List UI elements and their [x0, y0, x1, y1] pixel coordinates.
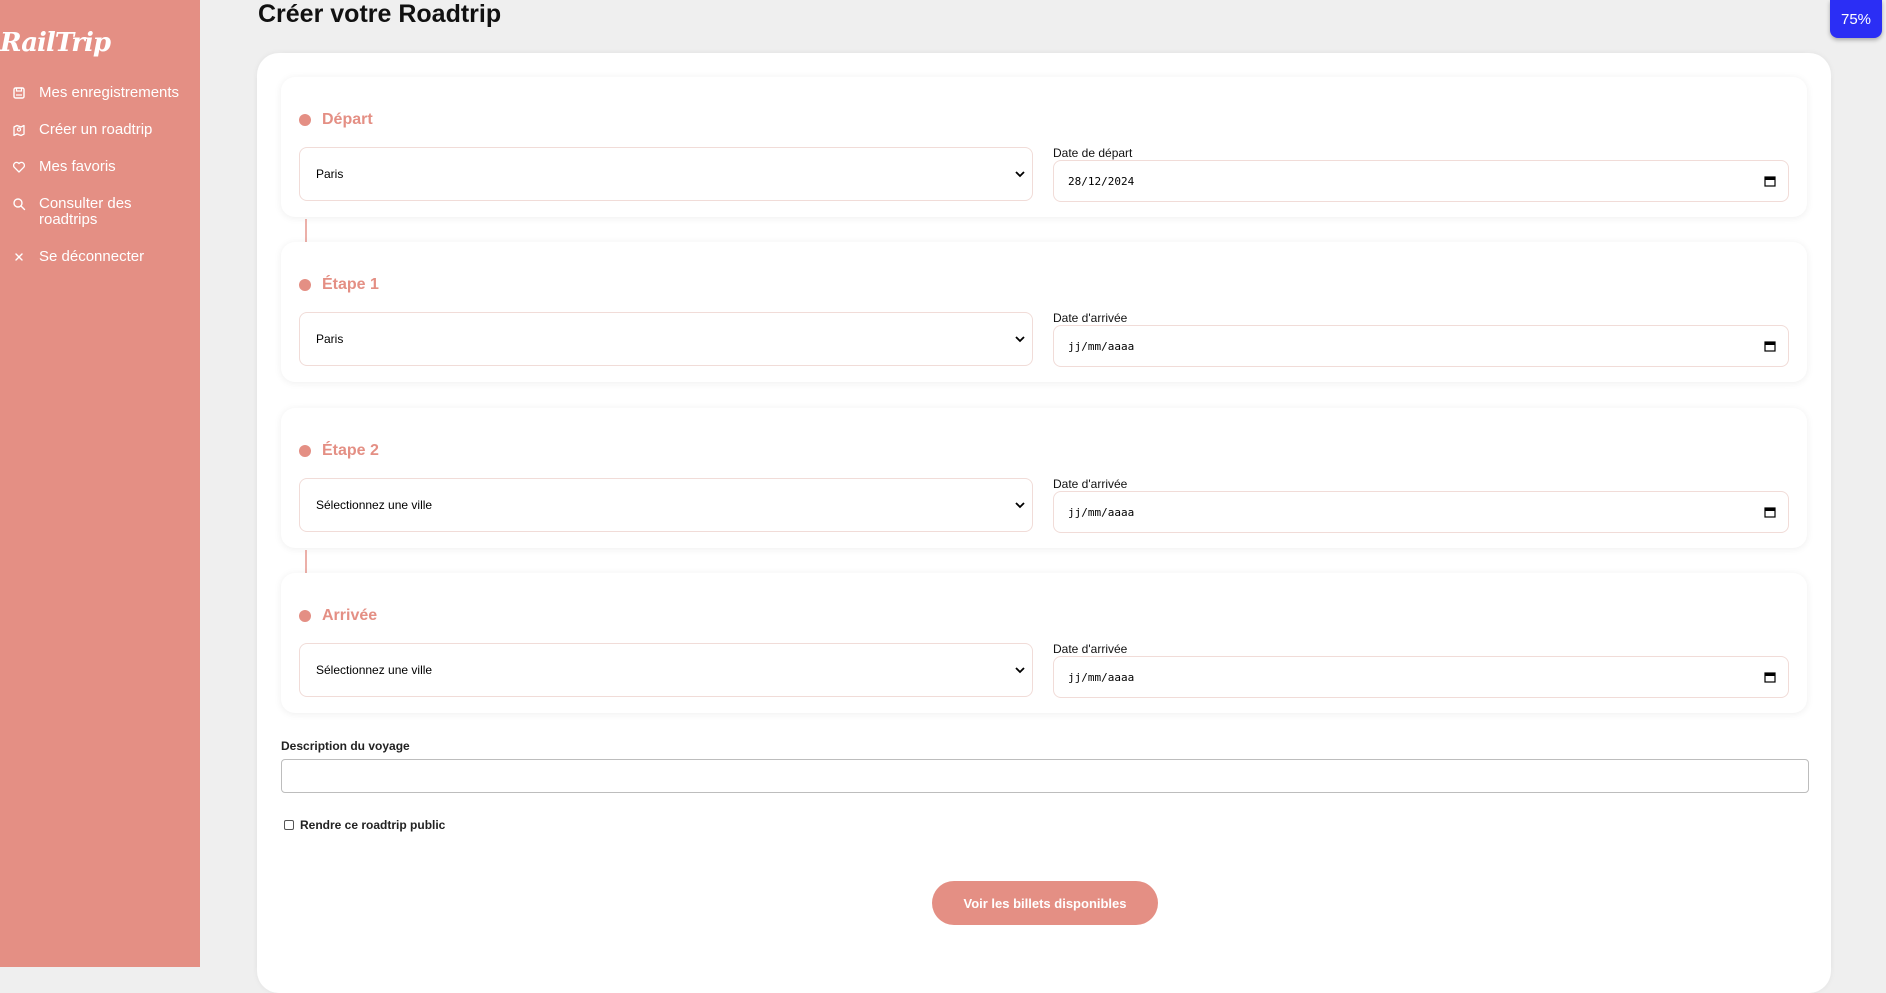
sidebar: RailTrip Mes enregistrements Créer un ro… — [0, 0, 200, 967]
stage-title: Arrivée — [322, 607, 378, 624]
description-label: Description du voyage — [281, 739, 410, 753]
stage-title: Départ — [322, 111, 373, 128]
stage-arrivee: Arrivée Sélectionnez une ville Date d'ar… — [281, 573, 1807, 713]
date-value: jj/mm/aaaa — [1068, 505, 1135, 519]
heart-icon — [13, 161, 25, 173]
city-select[interactable]: Paris — [299, 147, 1033, 201]
sidebar-nav: Mes enregistrements Créer un roadtrip Me… — [0, 85, 200, 286]
stage-etape-1: Étape 1 Paris Date d'arrivée jj/mm/aaaa — [281, 242, 1807, 382]
city-select-value: Sélectionnez une ville — [316, 498, 433, 512]
date-value: 28/12/2024 — [1068, 174, 1135, 188]
public-toggle-row[interactable]: Rendre ce roadtrip public — [284, 818, 445, 832]
sidebar-item-favoris[interactable]: Mes favoris — [0, 159, 200, 175]
chevron-down-icon — [1015, 171, 1025, 178]
city-select-value: Paris — [316, 332, 344, 346]
date-value: jj/mm/aaaa — [1068, 670, 1135, 684]
public-checkbox-label: Rendre ce roadtrip public — [300, 818, 446, 832]
date-label: Date de départ — [1053, 146, 1133, 160]
view-tickets-button[interactable]: Voir les billets disponibles — [932, 881, 1158, 925]
save-icon — [13, 87, 25, 99]
chevron-down-icon — [1015, 667, 1025, 674]
city-select[interactable]: Paris — [299, 312, 1033, 366]
stage-header: Départ — [299, 111, 373, 129]
date-input[interactable]: jj/mm/aaaa — [1053, 491, 1789, 533]
stage-dot — [299, 279, 311, 291]
description-input[interactable] — [281, 759, 1809, 793]
date-value: jj/mm/aaaa — [1068, 339, 1135, 353]
sidebar-item-creer-roadtrip[interactable]: Créer un roadtrip — [0, 122, 200, 138]
sidebar-item-enregistrements[interactable]: Mes enregistrements — [0, 85, 200, 101]
page-title: Créer votre Roadtrip — [258, 0, 502, 28]
public-checkbox[interactable] — [284, 820, 294, 830]
calendar-icon[interactable] — [1764, 671, 1776, 683]
calendar-icon[interactable] — [1764, 175, 1776, 187]
zoom-badge[interactable]: 75% — [1830, 0, 1882, 38]
stage-title: Étape 1 — [322, 276, 379, 293]
roadtrip-form-card: Départ Paris Date de départ 28/12/2024 É… — [257, 53, 1831, 993]
chevron-down-icon — [1015, 336, 1025, 343]
calendar-icon[interactable] — [1764, 340, 1776, 352]
sidebar-item-label: Mes enregistrements — [39, 84, 180, 101]
chevron-down-icon — [1015, 502, 1025, 509]
map-icon — [13, 124, 25, 137]
stage-depart: Départ Paris Date de départ 28/12/2024 — [281, 77, 1807, 217]
date-input[interactable]: 28/12/2024 — [1053, 160, 1789, 202]
stage-dot — [299, 610, 311, 622]
calendar-icon[interactable] — [1764, 506, 1776, 518]
sidebar-item-consulter[interactable]: Consulter des roadtrips — [0, 196, 200, 228]
sidebar-item-label: Se déconnecter — [39, 248, 145, 265]
stage-connector — [305, 219, 307, 243]
stage-etape-2: Étape 2 Sélectionnez une ville Date d'ar… — [281, 408, 1807, 548]
close-icon — [15, 253, 23, 261]
stage-title: Étape 2 — [322, 442, 379, 459]
stage-header: Étape 1 — [299, 276, 379, 294]
date-label: Date d'arrivée — [1053, 311, 1128, 325]
stage-dot — [299, 114, 311, 126]
city-select-value: Sélectionnez une ville — [316, 663, 433, 677]
city-select[interactable]: Sélectionnez une ville — [299, 478, 1033, 532]
date-input[interactable]: jj/mm/aaaa — [1053, 656, 1789, 698]
sidebar-item-label: Mes favoris — [39, 158, 116, 175]
date-input[interactable]: jj/mm/aaaa — [1053, 325, 1789, 367]
sidebar-item-label: Créer un roadtrip — [39, 121, 153, 138]
city-select-value: Paris — [316, 167, 344, 181]
stage-connector — [305, 550, 307, 574]
stage-dot — [299, 445, 311, 457]
sidebar-item-label: Consulter des roadtrips — [39, 195, 132, 228]
stage-header: Étape 2 — [299, 442, 379, 460]
app-logo[interactable]: RailTrip — [0, 28, 111, 58]
search-icon — [13, 198, 26, 211]
stage-header: Arrivée — [299, 607, 377, 625]
sidebar-item-deconnecter[interactable]: Se déconnecter — [0, 249, 200, 265]
date-label: Date d'arrivée — [1053, 642, 1128, 656]
date-label: Date d'arrivée — [1053, 477, 1128, 491]
city-select[interactable]: Sélectionnez une ville — [299, 643, 1033, 697]
